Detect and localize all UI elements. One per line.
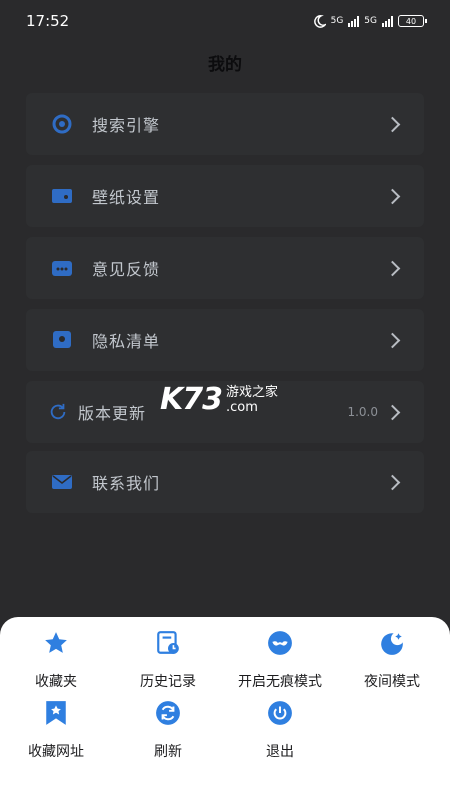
exit-button[interactable]: 退出 xyxy=(224,699,336,763)
bottom-sheet: 收藏夹 历史记录 开启无痕模式 夜间模式 收藏网址 刷新 退出 xyxy=(0,617,450,800)
sheet-item-label: 夜间模式 xyxy=(364,674,420,690)
battery-level: 40 xyxy=(405,16,417,26)
chevron-right-icon xyxy=(384,188,401,204)
favorites-button[interactable]: 收藏夹 xyxy=(0,629,112,693)
menu-item-label: 隐私清单 xyxy=(92,332,161,351)
chevron-right-icon xyxy=(384,332,401,348)
network-label-2: 5G xyxy=(364,16,377,26)
bookmark-icon xyxy=(42,699,70,727)
history-icon xyxy=(154,629,182,657)
watermark-line-1: 游戏之家 xyxy=(226,384,279,400)
menu-item-contact[interactable]: 联系我们 xyxy=(26,451,424,513)
signal-icon xyxy=(382,15,393,27)
history-button[interactable]: 历史记录 xyxy=(112,629,224,693)
chevron-right-icon xyxy=(384,260,401,276)
menu-item-search-engine[interactable]: 搜索引擎 xyxy=(26,93,424,155)
sheet-item-label: 开启无痕模式 xyxy=(238,674,322,690)
watermark-text: 游戏之家 .com xyxy=(226,385,278,415)
menu-item-privacy[interactable]: 隐私清单 xyxy=(26,309,424,371)
watermark-logo: K73 游戏之家 .com xyxy=(160,382,278,417)
menu-item-label: 壁纸设置 xyxy=(92,188,161,207)
network-label-1: 5G xyxy=(330,16,344,26)
privacy-icon xyxy=(50,328,74,352)
sheet-item-label: 收藏网址 xyxy=(28,744,84,760)
refresh-icon xyxy=(154,699,182,727)
version-number: 1.0.0 xyxy=(347,405,378,419)
status-time: 17:52 xyxy=(26,12,70,30)
moon-icon xyxy=(378,629,406,657)
page-title: 我的 xyxy=(208,55,242,75)
feedback-icon xyxy=(50,256,74,280)
chevron-right-icon xyxy=(384,116,401,132)
sheet-item-label: 刷新 xyxy=(154,744,182,760)
menu-item-label: 联系我们 xyxy=(92,474,161,493)
watermark-line-2: .com xyxy=(226,399,258,415)
menu-item-label: 版本更新 xyxy=(78,404,147,423)
mail-icon xyxy=(50,470,74,494)
sheet-item-label: 退出 xyxy=(266,744,294,760)
moon-status-icon xyxy=(313,14,326,28)
star-icon xyxy=(42,629,70,657)
menu-item-wallpaper[interactable]: 壁纸设置 xyxy=(26,165,424,227)
search-engine-icon xyxy=(50,112,74,136)
sheet-item-label: 历史记录 xyxy=(140,674,196,690)
incognito-mode-button[interactable]: 开启无痕模式 xyxy=(224,629,336,693)
menu-item-label: 意见反馈 xyxy=(92,260,161,279)
watermark-mark: K73 xyxy=(160,382,223,417)
menu-item-label: 搜索引擎 xyxy=(92,116,161,135)
refresh-icon xyxy=(46,400,70,424)
bookmark-url-button[interactable]: 收藏网址 xyxy=(0,699,112,763)
power-icon xyxy=(266,699,294,727)
refresh-button[interactable]: 刷新 xyxy=(112,699,224,763)
status-bar: 17:52 5G 5G 40 xyxy=(0,0,450,42)
night-mode-button[interactable]: 夜间模式 xyxy=(336,629,448,693)
chevron-right-icon xyxy=(384,404,401,420)
menu-item-feedback[interactable]: 意见反馈 xyxy=(26,237,424,299)
sheet-item-label: 收藏夹 xyxy=(35,674,77,690)
incognito-mask-icon xyxy=(266,629,294,657)
status-icons: 5G 5G 40 xyxy=(313,14,427,28)
signal-icon xyxy=(348,15,360,27)
chevron-right-icon xyxy=(384,474,401,490)
wallpaper-icon xyxy=(50,184,74,208)
battery-icon: 40 xyxy=(398,15,427,27)
